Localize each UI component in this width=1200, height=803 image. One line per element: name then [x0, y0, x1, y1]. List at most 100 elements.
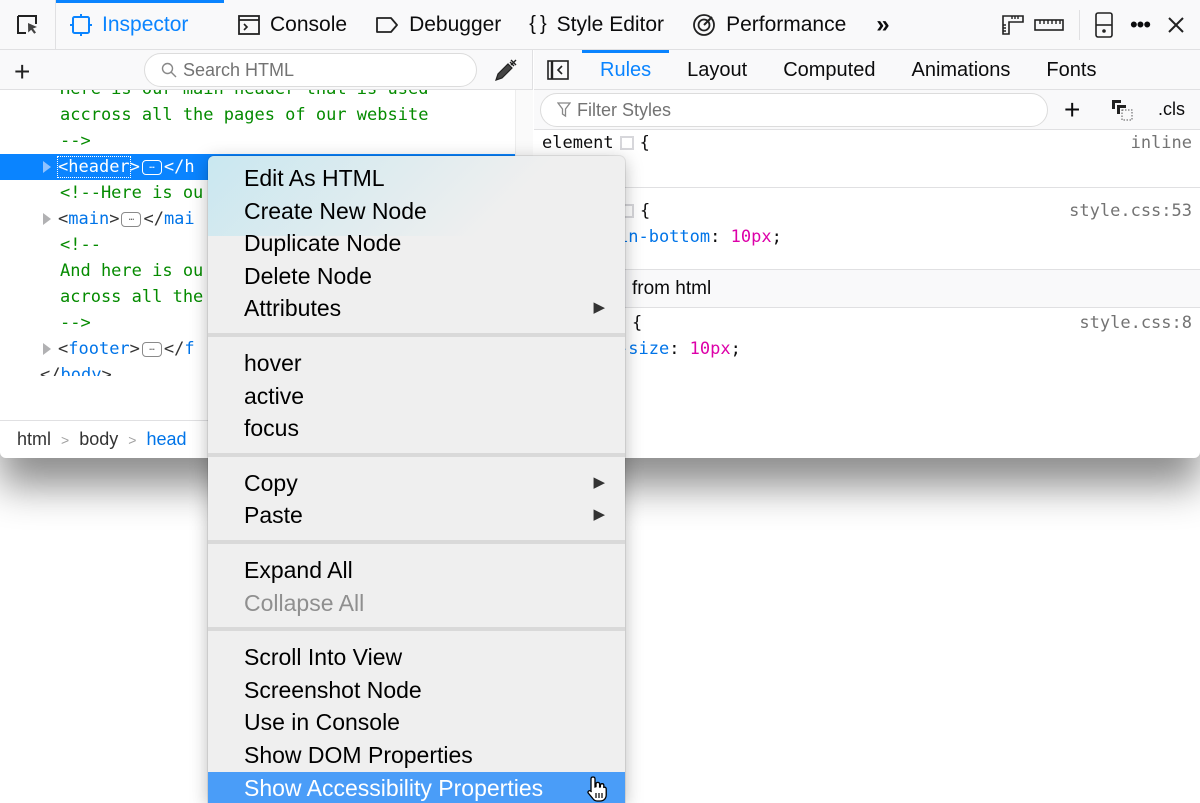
- tab-layout[interactable]: Layout: [669, 50, 765, 90]
- property-name[interactable]: in-bottom: [618, 227, 710, 247]
- sidebar-toggle-icon: [547, 59, 569, 80]
- menu-item-duplicate-node[interactable]: Duplicate Node: [208, 227, 625, 260]
- search-icon: [161, 62, 177, 78]
- menu-item-scroll-into-view[interactable]: Scroll Into View: [208, 641, 625, 674]
- menu-item-show-dom-properties[interactable]: Show DOM Properties: [208, 739, 625, 772]
- sidebar-tabs: Rules Layout Computed Animations Fonts: [534, 49, 1200, 90]
- rule-source-link[interactable]: style.css:53: [1069, 198, 1192, 224]
- filter-styles-input[interactable]: Filter Styles: [540, 93, 1048, 127]
- property-value[interactable]: 10px: [690, 339, 731, 359]
- breadcrumb-separator-icon: >: [61, 431, 70, 448]
- menu-item-active[interactable]: active: [208, 380, 625, 413]
- menu-item-copy[interactable]: Copy ▶: [208, 467, 625, 500]
- collapsed-children-badge[interactable]: …: [121, 211, 142, 227]
- rule-html-inherited[interactable]: { style.css:8 -size: 10px;: [534, 308, 1200, 428]
- tab-fonts[interactable]: Fonts: [1028, 50, 1114, 90]
- inspector-icon: [70, 13, 92, 36]
- tab-label: Style Editor: [556, 12, 665, 36]
- menu-separator: [208, 627, 625, 632]
- tab-style-editor[interactable]: { } Style Editor: [515, 0, 678, 50]
- measure-button[interactable]: [995, 0, 1031, 50]
- add-rule-button[interactable]: +: [1064, 94, 1080, 126]
- collapsed-children-badge[interactable]: …: [141, 341, 162, 357]
- cls-toggle-button[interactable]: .cls: [1158, 99, 1185, 120]
- breadcrumb-item-current[interactable]: head: [146, 429, 186, 450]
- toggle-sidebar-button[interactable]: [534, 59, 582, 80]
- menu-item-create-new-node[interactable]: Create New Node: [208, 195, 625, 228]
- breadcrumb-separator-icon: >: [128, 431, 137, 448]
- tab-performance[interactable]: Performance: [678, 0, 860, 50]
- eyedropper-button[interactable]: [492, 58, 518, 89]
- menu-item-paste[interactable]: Paste ▶: [208, 499, 625, 532]
- submenu-arrow-icon: ▶: [593, 506, 605, 524]
- dock-icon: [1095, 12, 1113, 38]
- breadcrumb-item[interactable]: html: [17, 429, 51, 450]
- property-value[interactable]: 10px: [731, 227, 772, 247]
- menu-item-edit-as-html[interactable]: Edit As HTML: [208, 162, 625, 195]
- tab-label: Inspector: [102, 12, 189, 36]
- element-picker-button[interactable]: [0, 0, 56, 50]
- rule-source-link[interactable]: inline: [1131, 130, 1192, 156]
- rules-panel: Rules Layout Computed Animations Fonts F…: [534, 49, 1200, 458]
- menu-item-collapse-all: Collapse All: [244, 589, 365, 616]
- comment-line: Here is our main header that is used: [0, 90, 515, 102]
- tab-computed[interactable]: Computed: [765, 50, 893, 90]
- ellipsis-icon: •••: [1129, 12, 1151, 37]
- toolbar-right: •••: [995, 0, 1200, 50]
- tab-console[interactable]: Console: [224, 0, 361, 50]
- ruler-corner-icon: [1002, 15, 1024, 35]
- print-simulation-button[interactable]: [1110, 98, 1136, 129]
- rule-source-link[interactable]: style.css:8: [1079, 310, 1192, 336]
- tab-label: Performance: [726, 12, 847, 36]
- more-tools-chevron[interactable]: »: [860, 11, 905, 39]
- rule-element[interactable]: element{ inline: [534, 130, 1200, 188]
- menu-separator: [208, 452, 625, 457]
- markup-toolbar: + Search HTML: [0, 50, 532, 90]
- ruler-icon: [1034, 19, 1064, 31]
- menu-item-hover[interactable]: hover: [208, 347, 625, 380]
- collapsed-children-badge[interactable]: …: [141, 159, 162, 175]
- expand-twisty-icon[interactable]: [43, 161, 51, 173]
- expand-twisty-icon[interactable]: [43, 343, 51, 355]
- toolbar-divider: [1079, 10, 1080, 40]
- dock-options-button[interactable]: [1086, 0, 1122, 50]
- menu-separator: [208, 332, 625, 337]
- search-html-input[interactable]: Search HTML: [144, 53, 477, 87]
- header-tag[interactable]: <header: [57, 156, 131, 178]
- close-button[interactable]: [1158, 0, 1194, 50]
- menu-item-use-in-console[interactable]: Use in Console: [208, 706, 625, 739]
- console-icon: [238, 14, 260, 35]
- element-picker-icon: [16, 14, 37, 34]
- rulers-button[interactable]: [1031, 0, 1067, 50]
- comment-line: accross all the pages of our website: [60, 105, 429, 125]
- property-name[interactable]: -size: [618, 339, 669, 359]
- rules-list: element{ inline { style.css:53 in-bottom…: [534, 130, 1200, 428]
- devtools-toolbar: Inspector Console Debugger { } Style Edi…: [0, 0, 1200, 50]
- performance-icon: [692, 13, 716, 37]
- inherited-header: from html: [534, 270, 1200, 308]
- close-icon: [1168, 17, 1184, 33]
- menu-item-expand-all[interactable]: Expand All: [208, 554, 625, 587]
- hand-cursor-icon: [586, 775, 608, 803]
- menu-item-screenshot-node[interactable]: Screenshot Node: [208, 674, 625, 707]
- tab-debugger[interactable]: Debugger: [361, 0, 515, 50]
- menu-item-delete-node[interactable]: Delete Node: [208, 260, 625, 293]
- braces-icon: { }: [529, 13, 547, 35]
- context-menu: Edit As HTML Create New Node Duplicate N…: [208, 156, 625, 803]
- tab-animations[interactable]: Animations: [893, 50, 1028, 90]
- add-node-button[interactable]: +: [14, 56, 30, 88]
- tab-rules[interactable]: Rules: [582, 49, 670, 90]
- menu-item-focus[interactable]: focus: [208, 412, 625, 445]
- menu-item-attributes[interactable]: Attributes ▶: [208, 292, 625, 325]
- tab-label: Debugger: [409, 12, 502, 36]
- element-highlight-icon[interactable]: [619, 136, 634, 150]
- submenu-arrow-icon: ▶: [593, 473, 605, 491]
- tab-inspector[interactable]: Inspector: [56, 0, 224, 50]
- menu-item-show-accessibility-properties[interactable]: Show Accessibility Properties: [208, 771, 625, 803]
- expand-twisty-icon[interactable]: [43, 213, 51, 225]
- rule-header-style[interactable]: { style.css:53 in-bottom: 10px;: [534, 188, 1200, 270]
- breadcrumb-item[interactable]: body: [79, 429, 118, 450]
- more-options-button[interactable]: •••: [1122, 0, 1158, 50]
- rule-selector[interactable]: element: [542, 133, 614, 153]
- eyedropper-icon: [495, 59, 517, 81]
